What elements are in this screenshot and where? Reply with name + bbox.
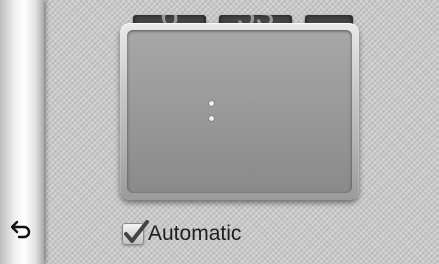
checkmark-icon [124, 220, 149, 243]
back-arrow-icon [11, 220, 31, 239]
side-panel [0, 0, 44, 264]
back-button[interactable] [11, 219, 33, 241]
automatic-checkbox[interactable] [122, 220, 149, 245]
automatic-label: Automatic [148, 222, 242, 245]
colon-dot-top [209, 101, 214, 106]
colon-dot-bottom [209, 116, 214, 121]
colon-separator [208, 96, 216, 128]
automatic-toggle[interactable]: Automatic [122, 220, 242, 246]
time-picker-bezel [127, 30, 352, 193]
time-picker-frame [120, 23, 359, 200]
clock-settings-screen: 6 7 8 53 08 23 am pm Automatic [0, 0, 439, 264]
